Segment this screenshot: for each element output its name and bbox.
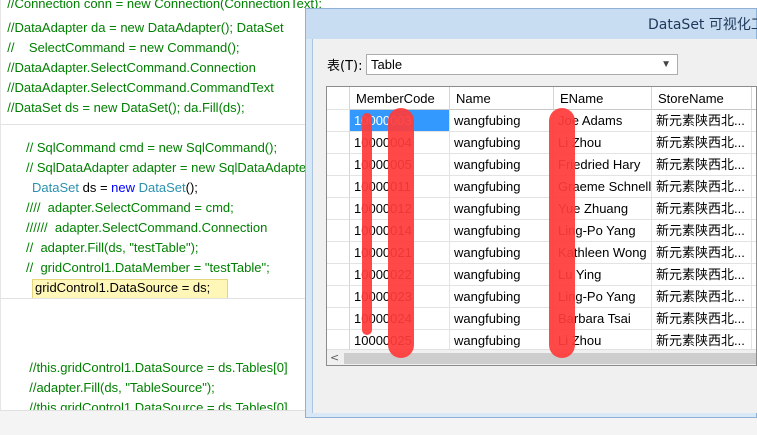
chevron-down-icon: ▼ <box>661 59 671 70</box>
grid-cell-store[interactable]: 新元素陕西北... <box>652 154 752 176</box>
scroll-left-icon[interactable]: < <box>330 351 339 364</box>
grid-cell-overflow[interactable] <box>752 154 756 176</box>
table-dropdown-value: Table <box>371 57 403 72</box>
column-header-overflow[interactable] <box>752 87 756 110</box>
redaction-mark <box>362 113 372 335</box>
grid-cell-store[interactable]: 新元素陕西北... <box>652 286 752 308</box>
row-header[interactable] <box>327 242 350 264</box>
grid-cell-overflow[interactable] <box>752 286 756 308</box>
grid-cell-name[interactable]: wangfubing <box>450 176 554 198</box>
grid-cell-name[interactable]: wangfubing <box>450 154 554 176</box>
grid-cell-name[interactable]: wangfubing <box>450 132 554 154</box>
grid-cell-store[interactable]: 新元素陕西北... <box>652 176 752 198</box>
grid-cell-overflow[interactable] <box>752 308 756 330</box>
code-line: // gridControl1.DataMember = "testTable"… <box>26 260 270 275</box>
row-header[interactable] <box>327 286 350 308</box>
grid-cell-store[interactable]: 新元素陕西北... <box>652 242 752 264</box>
row-header[interactable] <box>327 176 350 198</box>
grid-cell-overflow[interactable] <box>752 242 756 264</box>
table-dropdown[interactable]: Table ▼ <box>366 54 678 75</box>
code-line: // adapter.Fill(ds, "testTable"); <box>26 240 199 255</box>
row-header[interactable] <box>327 198 350 220</box>
code-line: //DataSet ds = new DataSet(); da.Fill(ds… <box>0 100 245 115</box>
editor-separator <box>0 124 310 125</box>
row-header[interactable] <box>327 264 350 286</box>
row-header[interactable] <box>327 308 350 330</box>
redaction-mark <box>549 108 575 358</box>
grid-cell-overflow[interactable] <box>752 220 756 242</box>
column-header[interactable]: EName <box>554 87 652 110</box>
grid-corner-cell[interactable] <box>327 87 350 110</box>
row-header[interactable] <box>327 110 350 132</box>
column-header[interactable]: Name <box>450 87 554 110</box>
grid-cell-name[interactable]: wangfubing <box>450 286 554 308</box>
code-line: //this.gridControl1.DataSource = ds.Tabl… <box>22 360 288 375</box>
table-label: 表(T): <box>327 59 363 74</box>
grid-cell-overflow[interactable] <box>752 264 756 286</box>
code-line: // SqlCommand cmd = new SqlCommand(); <box>26 140 278 155</box>
row-header[interactable] <box>327 220 350 242</box>
grid-cell-name[interactable]: wangfubing <box>450 220 554 242</box>
grid-cell-overflow[interactable] <box>752 110 756 132</box>
code-line: //Connection conn = new Connection(Conne… <box>0 0 322 11</box>
grid-cell-overflow[interactable] <box>752 198 756 220</box>
editor-separator <box>0 298 310 299</box>
grid-cell-name[interactable]: wangfubing <box>450 110 554 132</box>
grid-cell-name[interactable]: wangfubing <box>450 242 554 264</box>
row-header[interactable] <box>327 154 350 176</box>
grid-cell-name[interactable]: wangfubing <box>450 308 554 330</box>
grid-cell-name[interactable]: wangfubing <box>450 198 554 220</box>
dataset-declaration-line: DataSet ds = new DataSet(); <box>32 180 198 195</box>
grid-cell-store[interactable]: 新元素陕西北... <box>652 264 752 286</box>
grid-cell-store[interactable]: 新元素陕西北... <box>652 220 752 242</box>
grid-cell-name[interactable]: wangfubing <box>450 264 554 286</box>
code-line: // SqlDataAdapter adapter = new SqlDataA… <box>26 160 311 175</box>
code-line: //adapter.Fill(ds, "TableSource"); <box>22 380 215 395</box>
code-line: ////// adapter.SelectCommand.Connection <box>26 220 268 235</box>
code-line: //// adapter.SelectCommand = cmd; <box>26 200 234 215</box>
column-header[interactable]: MemberCode <box>350 87 450 110</box>
datasource-assignment-line: gridControl1.DataSource = ds; <box>35 280 211 295</box>
grid-cell-store[interactable]: 新元素陕西北... <box>652 132 752 154</box>
grid-cell-overflow[interactable] <box>752 176 756 198</box>
grid-cell-store[interactable]: 新元素陕西北... <box>652 110 752 132</box>
grid-cell-store[interactable]: 新元素陕西北... <box>652 308 752 330</box>
grid-cell-overflow[interactable] <box>752 132 756 154</box>
redaction-mark <box>388 108 414 358</box>
row-header[interactable] <box>327 132 350 154</box>
code-line: //DataAdapter.SelectCommand.Connection <box>0 60 256 75</box>
dialog-title: DataSet 可视化工 <box>648 17 757 33</box>
code-line: // SelectCommand = new Command(); <box>0 40 240 55</box>
dialog-titlebar[interactable]: DataSet 可视化工 <box>306 9 757 39</box>
column-header[interactable]: StoreName <box>652 87 752 110</box>
code-line: //DataAdapter.SelectCommand.CommandText <box>0 80 274 95</box>
code-line: //DataAdapter da = new DataAdapter(); Da… <box>0 20 284 35</box>
grid-cell-store[interactable]: 新元素陕西北... <box>652 198 752 220</box>
